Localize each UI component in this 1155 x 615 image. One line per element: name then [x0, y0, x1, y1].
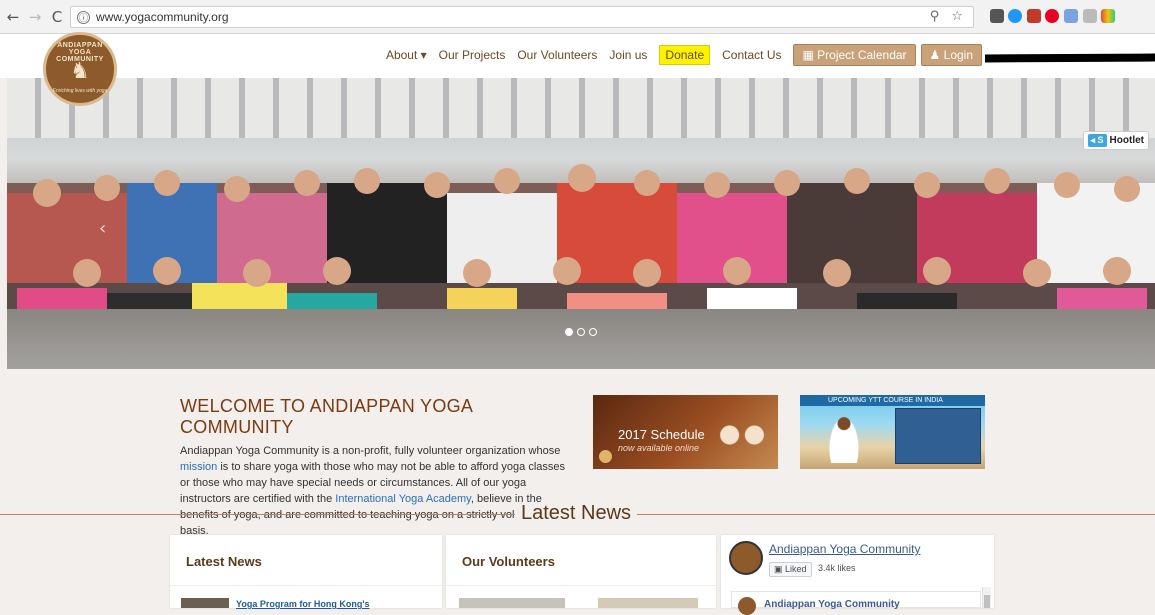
nav-our-volunteers[interactable]: Our Volunteers — [517, 48, 597, 62]
card-divider — [170, 585, 442, 586]
hootlet-send-icon: ◂ S — [1087, 134, 1107, 147]
latest-news-card: Latest News Yoga Program for Hong Kong's — [170, 535, 442, 609]
project-calendar-button[interactable]: ▦ Project Calendar — [793, 44, 916, 66]
site-header: About ▾ Our Projects Our Volunteers Join… — [0, 34, 1155, 78]
carousel-dot[interactable] — [577, 328, 585, 336]
nav-contact-us[interactable]: Contact Us — [722, 48, 781, 62]
nav-join-us[interactable]: Join us — [609, 48, 647, 62]
extension-icon[interactable] — [1008, 9, 1022, 23]
extension-icon[interactable] — [990, 9, 1004, 23]
welcome-text-part: Andiappan Yoga Community is a non-profit… — [180, 445, 561, 457]
pinterest-icon[interactable] — [1045, 9, 1059, 23]
latest-news-card-title: Latest News — [186, 554, 262, 569]
mission-link[interactable]: mission — [180, 461, 217, 473]
carousel-dot[interactable] — [565, 328, 573, 336]
extension-icon[interactable] — [1064, 9, 1078, 23]
our-volunteers-card: Our Volunteers — [446, 535, 716, 608]
carousel-prev-icon[interactable]: ‹ — [99, 218, 106, 239]
hero-floor — [7, 309, 1155, 369]
ytt-heading: UPCOMING YTT COURSE IN INDIA — [800, 395, 985, 406]
facebook-page-name[interactable]: Andiappan Yoga Community — [769, 542, 920, 556]
info-icon[interactable]: ⓘ — [77, 10, 90, 24]
redaction-bar — [985, 53, 1155, 63]
yogi-figure — [828, 415, 860, 463]
nav-our-projects[interactable]: Our Projects — [439, 48, 506, 62]
login-button[interactable]: ♟ Login — [920, 44, 982, 66]
schedule-title: 2017 Schedule — [618, 427, 705, 442]
back-icon[interactable]: ← — [4, 8, 22, 26]
facebook-widget: Andiappan Yoga Community ▣ Liked 3.4k li… — [721, 535, 994, 615]
banner-figures — [711, 415, 773, 465]
reload-icon[interactable]: C — [48, 8, 66, 26]
schedule-banner[interactable]: 2017 Schedule now available online — [593, 395, 778, 469]
facebook-post: Andiappan Yoga Community — [731, 591, 981, 615]
facebook-like-count: 3.4k likes — [818, 563, 856, 573]
site-logo[interactable]: ANDIAPPAN YOGA COMMUNITY ♞ Enriching liv… — [43, 32, 117, 106]
welcome-title: WELCOME TO ANDIAPPAN YOGA COMMUNITY — [180, 396, 473, 437]
scrollbar-thumb[interactable] — [984, 595, 990, 608]
bookmark-star-icon[interactable]: ⚲ ☆ — [930, 9, 967, 24]
our-volunteers-card-title: Our Volunteers — [462, 554, 555, 569]
hootlet-label: Hootlet — [1109, 135, 1144, 146]
main-nav: About ▾ Our Projects Our Volunteers Join… — [374, 44, 982, 66]
logo-ring-text: ANDIAPPAN YOGA COMMUNITY — [56, 42, 104, 63]
address-bar[interactable]: ⓘ www.yogacommunity.org ⚲ ☆ — [70, 6, 974, 28]
international-yoga-academy-link[interactable]: International Yoga Academy — [335, 493, 471, 505]
news-thumbnail[interactable] — [181, 598, 229, 608]
url-text: www.yogacommunity.org — [96, 10, 229, 24]
carousel-indicators — [565, 328, 597, 336]
facebook-post-author[interactable]: Andiappan Yoga Community — [764, 599, 900, 610]
card-divider — [446, 585, 716, 586]
nav-about[interactable]: About ▾ — [386, 48, 427, 62]
donate-button[interactable]: Donate — [659, 45, 711, 65]
schedule-subtitle: now available online — [618, 443, 700, 453]
facebook-liked-button[interactable]: ▣ Liked — [769, 562, 812, 577]
extension-icon[interactable] — [1101, 9, 1115, 23]
extension-icon[interactable] — [1083, 9, 1097, 23]
facebook-widget-scrollbar[interactable] — [982, 587, 991, 608]
latest-news-heading: Latest News — [515, 502, 638, 525]
carousel-dot[interactable] — [589, 328, 597, 336]
forward-icon[interactable]: → — [26, 8, 44, 26]
volunteer-photo[interactable] — [459, 598, 565, 608]
browser-toolbar: ← → C ⓘ www.yogacommunity.org ⚲ ☆ — [0, 0, 1155, 34]
course-dates-table — [895, 408, 981, 464]
volunteer-photo[interactable] — [598, 598, 698, 608]
extension-icon[interactable] — [1027, 9, 1041, 23]
logo-tagline: Enriching lives with yoga — [52, 88, 108, 94]
facebook-post-avatar[interactable] — [738, 597, 756, 615]
ytt-course-banner[interactable]: UPCOMING YTT COURSE IN INDIA — [800, 395, 985, 469]
facebook-page-avatar[interactable] — [729, 541, 763, 575]
banner-badge-icon — [599, 450, 612, 463]
hootlet-button[interactable]: ◂ S Hootlet — [1082, 131, 1149, 150]
hero-carousel[interactable]: ‹ ◂ S Hootlet — [7, 78, 1155, 369]
